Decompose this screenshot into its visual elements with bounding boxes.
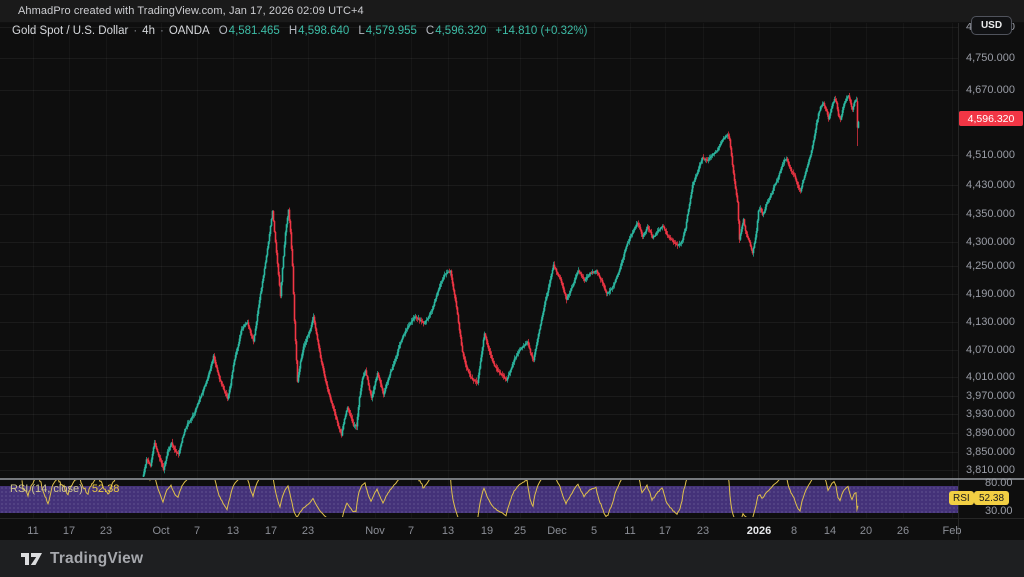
time-axis-label: 17 (659, 525, 671, 537)
time-axis-label: 19 (481, 525, 493, 537)
time-axis-label: 13 (442, 525, 454, 537)
time-axis-label: 7 (408, 525, 414, 537)
time-axis-label: 26 (897, 525, 909, 537)
rsi-tag-badge: RSI (949, 491, 974, 505)
time-axis-label: Oct (152, 525, 169, 537)
footer-bar: TradingView (0, 540, 1024, 577)
price-axis-label: 3,850.000 (966, 446, 1015, 458)
chart-root: AhmadPro created with TradingView.com, J… (0, 0, 1024, 577)
price-axis-label: 4,250.000 (966, 260, 1015, 272)
price-axis-label: 4,300.000 (966, 236, 1015, 248)
symbol-interval: 4h (142, 25, 155, 37)
low-label: L (358, 25, 364, 37)
time-axis-label: Nov (365, 525, 385, 537)
price-axis-label: 4,510.000 (966, 149, 1015, 161)
legend-separator: · (133, 25, 137, 37)
price-axis-border (958, 22, 959, 540)
time-axis-label: 14 (824, 525, 836, 537)
close-value: 4,596.320 (435, 25, 486, 37)
open-value: 4,581.465 (229, 25, 280, 37)
time-axis-label: 25 (514, 525, 526, 537)
low-value: 4,579.955 (366, 25, 417, 37)
attribution-bar: AhmadPro created with TradingView.com, J… (0, 0, 1024, 23)
rsi-value: 52.38 (92, 483, 120, 495)
time-axis-label: 23 (302, 525, 314, 537)
pane-separator[interactable] (0, 478, 1024, 480)
time-axis-label: 23 (697, 525, 709, 537)
tradingview-logo-text: TradingView (50, 550, 143, 568)
rsi-title: RSI (14, close) (10, 483, 83, 495)
price-axis-label: 3,810.000 (966, 464, 1015, 476)
time-axis-label: 11 (624, 525, 635, 537)
price-axis-label: 4,190.000 (966, 288, 1015, 300)
time-axis-label: 13 (227, 525, 239, 537)
time-axis-label: 23 (100, 525, 112, 537)
rsi-legend[interactable]: RSI (14, close) 52.38 (10, 483, 119, 495)
attribution-text: AhmadPro created with TradingView.com, J… (18, 5, 364, 17)
price-axis-label: 4,350.000 (966, 208, 1015, 220)
time-axis-label: 7 (194, 525, 200, 537)
close-label: C (426, 25, 434, 37)
currency-button[interactable]: USD (971, 16, 1012, 35)
time-axis-label: 17 (265, 525, 277, 537)
symbol-exchange: OANDA (169, 25, 210, 37)
change-value: +14.810 (+0.32%) (495, 25, 587, 37)
legend-separator-2: · (160, 25, 164, 37)
time-axis-border (0, 518, 1024, 519)
price-axis-label: 4,750.000 (966, 52, 1015, 64)
price-axis-label: 4,010.000 (966, 371, 1015, 383)
price-axis-label: 4,070.000 (966, 344, 1015, 356)
open-label: O (219, 25, 228, 37)
price-axis-label: 4,130.000 (966, 316, 1015, 328)
time-axis-label: 20 (860, 525, 872, 537)
symbol-legend[interactable]: Gold Spot / U.S. Dollar · 4h · OANDA O 4… (12, 24, 587, 38)
price-axis-label: 3,930.000 (966, 408, 1015, 420)
tradingview-logo-icon (21, 549, 42, 568)
main-chart-canvas[interactable] (0, 0, 1024, 577)
price-axis-label: 3,970.000 (966, 390, 1015, 402)
time-axis-label: Dec (547, 525, 567, 537)
tradingview-logo[interactable]: TradingView (21, 549, 143, 568)
time-axis-label: 2026 (747, 525, 771, 537)
price-axis-label: 4,430.000 (966, 179, 1015, 191)
rsi-tag-value: 52.38 (974, 491, 1009, 505)
price-axis-label: 3,890.000 (966, 427, 1015, 439)
time-axis-label: 17 (63, 525, 75, 537)
high-label: H (289, 25, 297, 37)
last-price-tag: 4,596.320 (959, 111, 1023, 126)
time-axis-label: 8 (791, 525, 797, 537)
time-axis-label: 5 (591, 525, 597, 537)
symbol-title: Gold Spot / U.S. Dollar (12, 25, 128, 37)
price-axis-label: 4,670.000 (966, 84, 1015, 96)
time-axis-label: Feb (943, 525, 962, 537)
time-axis-label: 11 (27, 525, 38, 537)
rsi-axis-label: 30.00 (985, 505, 1013, 517)
high-value: 4,598.640 (298, 25, 349, 37)
